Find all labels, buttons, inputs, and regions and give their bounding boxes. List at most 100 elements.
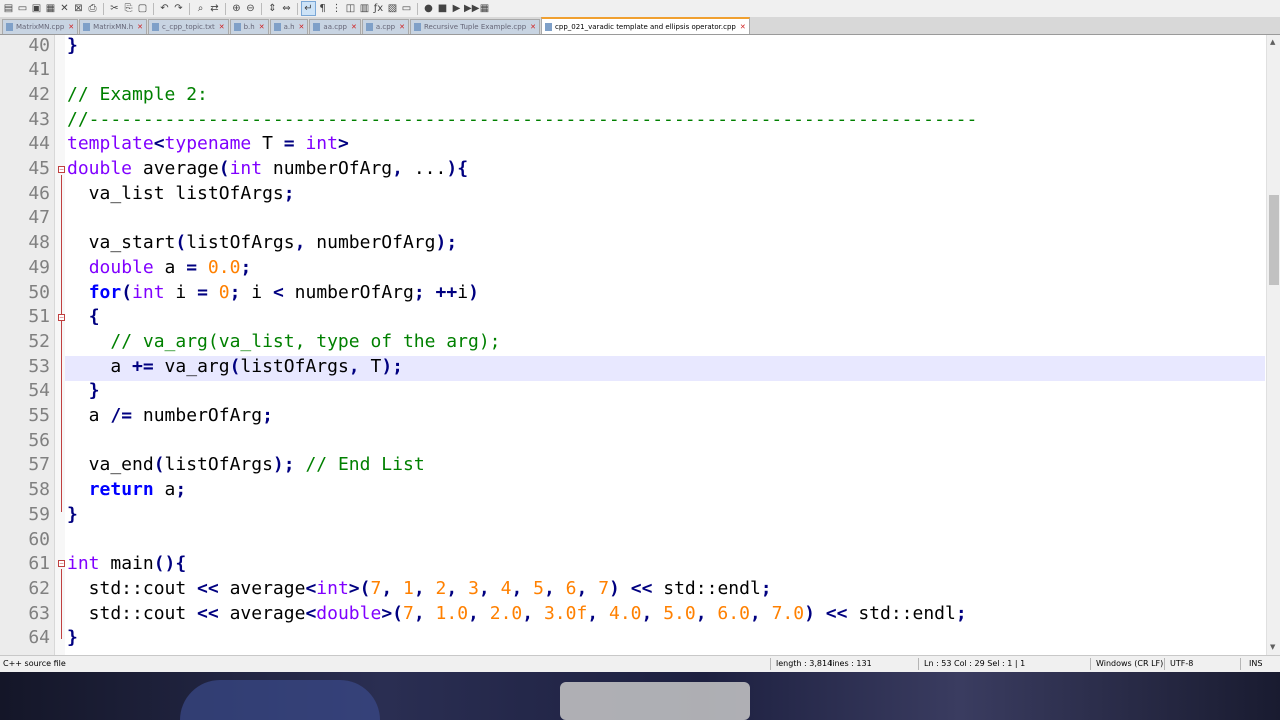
file-tab[interactable]: MatrixMN.cpp ✕	[2, 19, 79, 34]
undo-icon[interactable]: ↶	[158, 2, 171, 15]
scroll-down-icon[interactable]: ▼	[1270, 643, 1275, 651]
redo-icon[interactable]: ↷	[172, 2, 185, 15]
monitor-icon[interactable]: ▭	[400, 2, 413, 15]
fold-toggle-average[interactable]: −	[58, 166, 65, 173]
code-editor[interactable]: 40 41 42 43 44 45 46 47 48 49 50 51 52 53 54 55 56 57 58 59…	[0, 35, 1280, 655]
replace-icon[interactable]: ⇄	[208, 2, 221, 15]
code-line[interactable]: std::cout << average<int>(7, 1, 2, 3, 4,…	[67, 577, 772, 602]
open-icon[interactable]: ▭	[16, 2, 29, 15]
close-tab-icon[interactable]: ✕	[740, 23, 746, 31]
doc-map-icon[interactable]: ▥	[358, 2, 371, 15]
function-list-icon[interactable]: ƒx	[372, 2, 385, 15]
code-line[interactable]: va_end(listOfArgs); // End List	[67, 453, 425, 478]
line-number: 63	[28, 602, 50, 624]
code-line[interactable]: a += va_arg(listOfArgs, T);	[67, 355, 403, 380]
line-number: 47	[28, 207, 50, 229]
status-encoding[interactable]: UTF-8	[1170, 659, 1193, 668]
code-line[interactable]: std::cout << average<double>(7, 1.0, 2.0…	[67, 602, 967, 627]
file-tab-label: a.h	[283, 23, 295, 31]
close-tab-icon[interactable]: ✕	[68, 23, 74, 31]
code-line[interactable]: a /= numberOfArg;	[67, 404, 273, 429]
save-icon[interactable]: ▣	[30, 2, 43, 15]
file-tab[interactable]: c_cpp_topic.txt ✕	[148, 19, 229, 34]
close-all-icon[interactable]: ⊠	[72, 2, 85, 15]
sync-h-icon[interactable]: ⇔	[280, 2, 293, 15]
file-tab[interactable]: b.h ✕	[229, 19, 269, 34]
file-tab-label: c_cpp_topic.txt	[162, 23, 215, 31]
file-tab[interactable]: cpp_021_varadic template and ellipsis op…	[541, 17, 750, 34]
tab-bar: MatrixMN.cpp ✕ MatrixMN.h ✕ c_cpp_topic.txt ✕…	[0, 17, 1280, 35]
save-all-icon[interactable]: ▦	[44, 2, 57, 15]
code-line[interactable]: }	[67, 34, 78, 59]
folder-workspace-icon[interactable]: ▧	[386, 2, 399, 15]
file-icon	[152, 23, 160, 31]
play-macro-icon[interactable]: ▶	[450, 2, 463, 15]
file-tab[interactable]: aa.cpp ✕	[309, 19, 361, 34]
stop-record-icon[interactable]: ■	[436, 2, 449, 15]
code-line[interactable]: }	[67, 379, 100, 404]
new-file-icon[interactable]: ▤	[2, 2, 15, 15]
scroll-up-icon[interactable]: ▲	[1270, 38, 1275, 46]
toolbar-separator	[417, 2, 418, 15]
file-icon	[365, 23, 373, 31]
code-line[interactable]: {	[67, 305, 100, 330]
find-icon[interactable]: ⌕	[194, 2, 207, 15]
fold-toggle-for-block[interactable]: −	[58, 314, 65, 321]
code-line[interactable]: return a;	[67, 478, 187, 503]
close-tab-icon[interactable]: ✕	[530, 23, 536, 31]
line-number: 61	[28, 553, 50, 575]
line-number: 44	[28, 133, 50, 155]
print-icon[interactable]: ⎙	[86, 2, 99, 15]
run-macro-multiple-icon[interactable]: ▶▶	[464, 2, 479, 15]
zoom-out-icon[interactable]: ⊖	[244, 2, 257, 15]
file-tab[interactable]: a.cpp ✕	[361, 19, 409, 34]
zoom-in-icon[interactable]: ⊕	[230, 2, 243, 15]
cut-icon[interactable]: ✂	[108, 2, 121, 15]
indent-guide-icon[interactable]: ⋮	[330, 2, 343, 15]
close-tab-icon[interactable]: ✕	[399, 23, 405, 31]
file-icon	[233, 23, 241, 31]
close-tab-icon[interactable]: ✕	[219, 23, 225, 31]
save-macro-icon[interactable]: ▦	[478, 2, 491, 15]
code-line[interactable]: template<typename T = int>	[67, 132, 349, 157]
code-line[interactable]: for(int i = 0; i < numberOfArg; ++i)	[67, 281, 479, 306]
file-tab[interactable]: Recursive Tuple Example.cpp ✕	[409, 19, 541, 34]
fold-line	[61, 175, 62, 512]
close-tab-icon[interactable]: ✕	[259, 23, 265, 31]
close-icon[interactable]: ✕	[58, 2, 71, 15]
code-line[interactable]: //--------------------------------------…	[67, 108, 977, 133]
line-number: 62	[28, 577, 50, 599]
record-macro-icon[interactable]: ●	[422, 2, 435, 15]
all-chars-icon[interactable]: ¶	[316, 2, 329, 15]
code-line[interactable]: va_list listOfArgs;	[67, 182, 295, 207]
line-number: 48	[28, 232, 50, 254]
word-wrap-icon[interactable]: ↵	[301, 1, 316, 16]
close-tab-icon[interactable]: ✕	[137, 23, 143, 31]
line-number: 51	[28, 306, 50, 328]
code-line[interactable]: }	[67, 626, 78, 651]
paste-icon[interactable]: ▢	[136, 2, 149, 15]
code-line[interactable]: va_start(listOfArgs, numberOfArg);	[67, 231, 458, 256]
copy-icon[interactable]: ⎘	[122, 2, 135, 15]
file-tab[interactable]: a.h ✕	[269, 19, 309, 34]
code-line[interactable]: // Example 2:	[67, 83, 208, 108]
code-line[interactable]: double a = 0.0;	[67, 256, 252, 281]
code-line[interactable]: double average(int numberOfArg, ...){	[67, 157, 468, 182]
code-line[interactable]: // va_arg(va_list, type of the arg);	[67, 330, 500, 355]
close-tab-icon[interactable]: ✕	[351, 23, 357, 31]
udl-icon[interactable]: ◫	[344, 2, 357, 15]
file-icon	[273, 23, 281, 31]
code-line[interactable]: }	[67, 503, 78, 528]
scrollbar-thumb[interactable]	[1269, 195, 1279, 285]
status-insert-mode[interactable]: INS	[1249, 659, 1262, 668]
file-tab[interactable]: MatrixMN.h ✕	[79, 19, 148, 34]
fold-toggle-main[interactable]: −	[58, 560, 65, 567]
status-position: Ln : 53 Col : 29 Sel : 1 | 1	[924, 659, 1026, 668]
line-number: 52	[28, 330, 50, 352]
status-eol[interactable]: Windows (CR LF)	[1096, 659, 1163, 668]
sync-v-icon[interactable]: ⇕	[266, 2, 279, 15]
close-tab-icon[interactable]: ✕	[299, 23, 305, 31]
file-tab-label: MatrixMN.cpp	[16, 23, 65, 31]
code-line[interactable]: int main(){	[67, 552, 186, 577]
vertical-scrollbar[interactable]: ▲ ▼	[1266, 35, 1280, 655]
